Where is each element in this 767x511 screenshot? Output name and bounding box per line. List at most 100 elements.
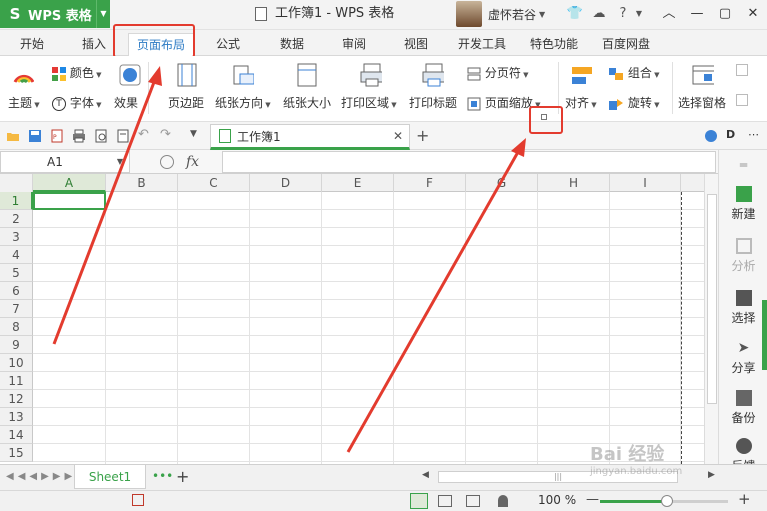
row-header-6[interactable]: 6 xyxy=(0,282,33,300)
row-header-15[interactable]: 15 xyxy=(0,444,33,462)
row-header-1[interactable]: 1 xyxy=(0,192,33,210)
tab-baidu-netdisk[interactable]: 百度网盘 xyxy=(597,33,655,55)
selection-pane-button[interactable]: 选择窗格 xyxy=(678,94,726,111)
workbook-tab[interactable]: 工作簿1 ✕ xyxy=(210,124,410,150)
column-header-f[interactable]: F xyxy=(394,174,466,192)
theme-icon[interactable] xyxy=(12,62,34,88)
row-header-4[interactable]: 4 xyxy=(0,246,33,264)
formula-input[interactable] xyxy=(222,151,716,173)
zoom-icon[interactable] xyxy=(160,155,174,169)
tab-view[interactable]: 视图 xyxy=(394,33,438,55)
panel-analyze[interactable]: 分析 xyxy=(719,238,767,274)
avatar[interactable] xyxy=(456,1,482,27)
app-dropdown-icon[interactable]: ▼ xyxy=(96,0,110,28)
effects-button[interactable]: 效果 xyxy=(114,94,138,111)
tab-developer[interactable]: 开发工具 xyxy=(453,33,511,55)
insert-function-icon[interactable]: fx xyxy=(186,154,199,170)
row-header-3[interactable]: 3 xyxy=(0,228,33,246)
spreadsheet-grid[interactable]: ABCDEFGHI 1 2 3 4 5 6 7 8 9 10 11 12 13 14 15 xyxy=(0,174,704,464)
panel-share[interactable]: ➤ 分享 xyxy=(719,340,767,376)
panel-backup[interactable]: 备份 xyxy=(719,390,767,426)
margins-button[interactable]: 页边距 xyxy=(168,94,204,111)
sheet-navigation-icons[interactable]: ◀◀◀▶▶▶ xyxy=(6,471,76,482)
redo-icon[interactable]: ↷ xyxy=(160,127,174,142)
column-header-b[interactable]: B xyxy=(106,174,178,192)
macro-icon[interactable] xyxy=(132,494,144,506)
column-header-d[interactable]: D xyxy=(250,174,322,192)
row-header-7[interactable]: 7 xyxy=(0,300,33,318)
page-setup-dialog-launcher-icon[interactable] xyxy=(541,114,547,120)
page-break-button[interactable]: 分页符 ▼ xyxy=(467,64,528,81)
print-titles-icon[interactable] xyxy=(422,62,444,88)
tab-home[interactable]: 开始 xyxy=(10,33,54,55)
effects-icon[interactable] xyxy=(119,64,141,90)
undo-icon[interactable]: ↶ xyxy=(138,127,152,142)
app-menu-button[interactable]: S WPS 表格 ▼ xyxy=(0,0,110,28)
open-folder-icon[interactable] xyxy=(6,129,20,143)
column-header-g[interactable]: G xyxy=(466,174,538,192)
cloud-sync-icon[interactable] xyxy=(704,129,718,143)
align-button[interactable]: 对齐 ▼ xyxy=(565,94,597,111)
panel-toggle-handle[interactable] xyxy=(762,300,767,370)
row-header-5[interactable]: 5 xyxy=(0,264,33,282)
panel-collapse-icon[interactable]: ═ xyxy=(719,158,767,172)
row-header-8[interactable]: 8 xyxy=(0,318,33,336)
tab-features[interactable]: 特色功能 xyxy=(525,33,583,55)
column-header-h[interactable]: H xyxy=(538,174,610,192)
scroll-left-icon[interactable]: ◀ xyxy=(422,470,429,480)
print-area-button[interactable]: 打印区域 ▼ xyxy=(341,94,397,111)
normal-view-icon[interactable] xyxy=(410,493,428,509)
align-icon[interactable] xyxy=(570,64,592,90)
add-sheet-icon[interactable]: + xyxy=(176,467,189,486)
name-box[interactable]: A1 ▼ xyxy=(0,151,130,173)
selection-pane-icon[interactable] xyxy=(692,64,714,90)
new-tab-icon[interactable]: + xyxy=(416,126,429,145)
panel-select[interactable]: 选择 xyxy=(719,290,767,326)
user-account[interactable]: 虚怀若谷 ▼ xyxy=(456,0,545,28)
collapse-ribbon-icon[interactable]: ︿ xyxy=(655,0,683,28)
feedback-icon[interactable]: ☁ xyxy=(590,5,608,23)
skin-icon[interactable]: 👕 xyxy=(566,5,584,23)
paper-size-button[interactable]: 纸张大小 xyxy=(283,94,331,111)
row-header-2[interactable]: 2 xyxy=(0,210,33,228)
reading-mode-icon[interactable] xyxy=(498,495,508,507)
print-icon[interactable] xyxy=(72,129,86,143)
theme-button[interactable]: 主题 ▼ xyxy=(8,94,40,111)
tab-review[interactable]: 审阅 xyxy=(332,33,376,55)
vertical-scroll-thumb[interactable] xyxy=(707,194,717,404)
row-header-10[interactable]: 10 xyxy=(0,354,33,372)
more-sheets-icon[interactable]: ••• xyxy=(152,469,173,483)
zoom-level[interactable]: 100 % xyxy=(538,493,576,507)
save-icon[interactable] xyxy=(28,129,42,143)
format-painter-icon[interactable] xyxy=(116,129,130,143)
customize-toolbar-icon[interactable]: ▼ xyxy=(190,129,204,143)
group-button[interactable]: 组合 ▼ xyxy=(608,64,659,81)
column-header-i[interactable]: I xyxy=(610,174,681,192)
paper-size-icon[interactable] xyxy=(296,62,318,88)
zoom-in-icon[interactable]: + xyxy=(738,490,751,508)
row-header-11[interactable]: 11 xyxy=(0,372,33,390)
margins-icon[interactable] xyxy=(176,62,198,88)
sheet-tab[interactable]: Sheet1 xyxy=(74,465,146,489)
zoom-slider[interactable] xyxy=(600,495,728,507)
print-titles-button[interactable]: 打印标题 xyxy=(409,94,457,111)
select-all-corner[interactable] xyxy=(0,174,33,192)
colors-button[interactable]: 颜色 ▼ xyxy=(52,64,101,81)
chevron-down-icon[interactable]: ▼ xyxy=(117,152,123,172)
ribbon-scroll-up-icon[interactable] xyxy=(736,64,748,76)
row-header-14[interactable]: 14 xyxy=(0,426,33,444)
page-layout-view-icon[interactable] xyxy=(466,495,480,507)
row-header-13[interactable]: 13 xyxy=(0,408,33,426)
print-preview-icon[interactable] xyxy=(94,129,108,143)
close-icon[interactable]: ✕ xyxy=(739,0,767,28)
maximize-icon[interactable]: ▢ xyxy=(711,0,739,28)
ribbon-scroll-down-icon[interactable] xyxy=(736,94,748,106)
export-pdf-icon[interactable]: P xyxy=(50,129,64,143)
vertical-scrollbar[interactable] xyxy=(704,174,718,464)
chevron-down-icon[interactable]: ▼ xyxy=(539,10,545,19)
row-header-12[interactable]: 12 xyxy=(0,390,33,408)
zoom-slider-knob[interactable] xyxy=(660,495,673,507)
more-options-icon[interactable]: ⋯ xyxy=(748,128,762,142)
orientation-button[interactable]: 纸张方向 ▼ xyxy=(215,94,271,111)
doc-settings-icon[interactable]: D xyxy=(726,128,740,142)
